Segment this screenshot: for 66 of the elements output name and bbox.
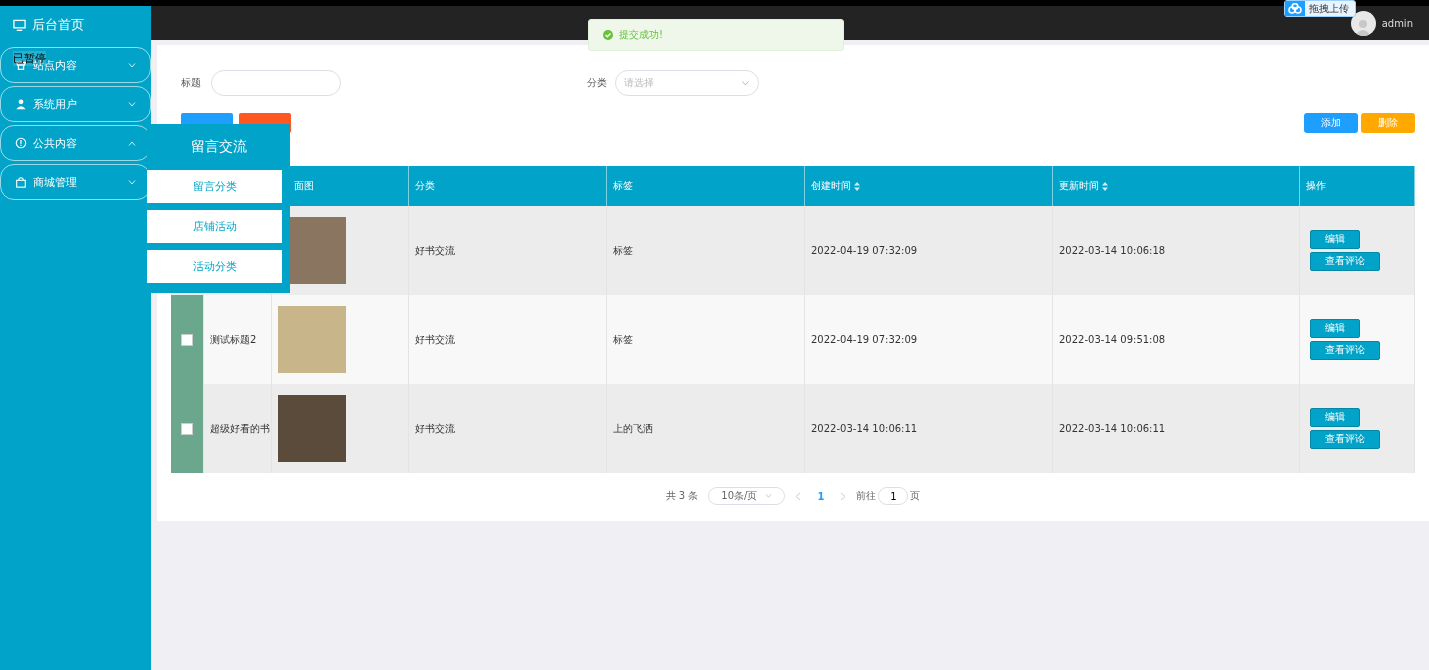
caret-icon [128, 62, 136, 68]
submenu-item[interactable]: 活动分类 [147, 250, 282, 283]
chevron-left-icon[interactable] [795, 491, 802, 501]
photo-placeholder [278, 306, 346, 373]
table-cell: 2022-04-19 07:32:09 [811, 334, 918, 345]
table-cell: 2022-04-19 07:32:09 [811, 245, 918, 256]
sort-icon[interactable] [854, 181, 860, 191]
page-unit: 页 [910, 489, 921, 503]
column-header: 分类 [409, 166, 607, 206]
page-size-select[interactable]: 10条/页 [708, 487, 786, 505]
row-action-button[interactable]: 编辑 [1310, 408, 1360, 427]
bag-icon [15, 176, 27, 188]
submenu-item[interactable]: 留言分类 [147, 170, 282, 203]
table-cell: 2022-03-14 10:06:11 [811, 423, 918, 434]
sidebar-title[interactable]: 后台首页 [32, 16, 84, 34]
row-checkbox[interactable] [181, 422, 193, 435]
sidebar-item[interactable]: 系统用户 [0, 86, 151, 122]
total-count: 共 3 条 [665, 489, 699, 503]
avatar-icon[interactable] [1350, 10, 1376, 36]
row-checkbox[interactable] [181, 333, 193, 346]
row-action-button[interactable]: 查看评论 [1310, 341, 1380, 360]
submenu-title: 留言交流 [190, 137, 247, 156]
table-cell: 2022-03-14 09:51:08 [1059, 334, 1166, 345]
user-name[interactable]: admin [1381, 17, 1413, 29]
table-cell: 2022-03-14 10:06:18 [1059, 245, 1166, 256]
submenu-item[interactable]: 店铺活动 [147, 210, 282, 243]
chevron-down-icon [765, 494, 773, 498]
table-cell: 测试标题2 [210, 332, 257, 347]
column-header: 操作 [1300, 166, 1415, 206]
table-cell: 好书交流 [415, 332, 455, 347]
action-button[interactable]: 删除 [1361, 113, 1415, 133]
row-action-button[interactable]: 查看评论 [1310, 430, 1380, 449]
sort-icon[interactable] [1102, 181, 1108, 191]
info-icon [15, 137, 27, 149]
table-cell: 标签 [613, 332, 633, 347]
row-action-button[interactable]: 查看评论 [1310, 252, 1380, 271]
caret-icon [128, 179, 136, 185]
action-button[interactable]: 添加 [1304, 113, 1358, 133]
table-cell: 标签 [613, 243, 633, 258]
column-header[interactable]: 创建时间 [805, 166, 1053, 206]
page-number[interactable]: 1 [811, 489, 831, 503]
user-icon [15, 98, 27, 110]
jump-label: 前往 [856, 489, 877, 503]
table-cell: 2022-03-14 10:06:11 [1059, 423, 1166, 434]
caret-icon [128, 101, 136, 107]
table-cell: 超级好看的书 [210, 421, 270, 436]
toast-message: 提交成功! [619, 28, 663, 42]
title-input[interactable] [211, 70, 341, 96]
page-input[interactable]: 1 [878, 487, 909, 505]
table-cell: 上的飞洒 [613, 421, 653, 436]
field-label: 分类 [587, 76, 607, 90]
cloud-icon [1288, 3, 1302, 14]
field-label: 标题 [181, 76, 201, 90]
row-action-button[interactable]: 编辑 [1310, 319, 1360, 338]
column-header: 标签 [607, 166, 805, 206]
photo-placeholder [278, 395, 346, 462]
upload-badge[interactable]: 拖拽上传 [1284, 0, 1356, 17]
table-cell: 好书交流 [415, 421, 455, 436]
chevron-down-icon [741, 80, 750, 86]
chevron-right-icon[interactable] [840, 491, 847, 501]
table-cell: 好书交流 [415, 243, 455, 258]
check-circle-icon [603, 30, 613, 40]
caret-icon [128, 140, 136, 146]
monitor-icon [13, 18, 26, 32]
row-action-button[interactable]: 编辑 [1310, 230, 1360, 249]
column-header[interactable]: 更新时间 [1053, 166, 1300, 206]
